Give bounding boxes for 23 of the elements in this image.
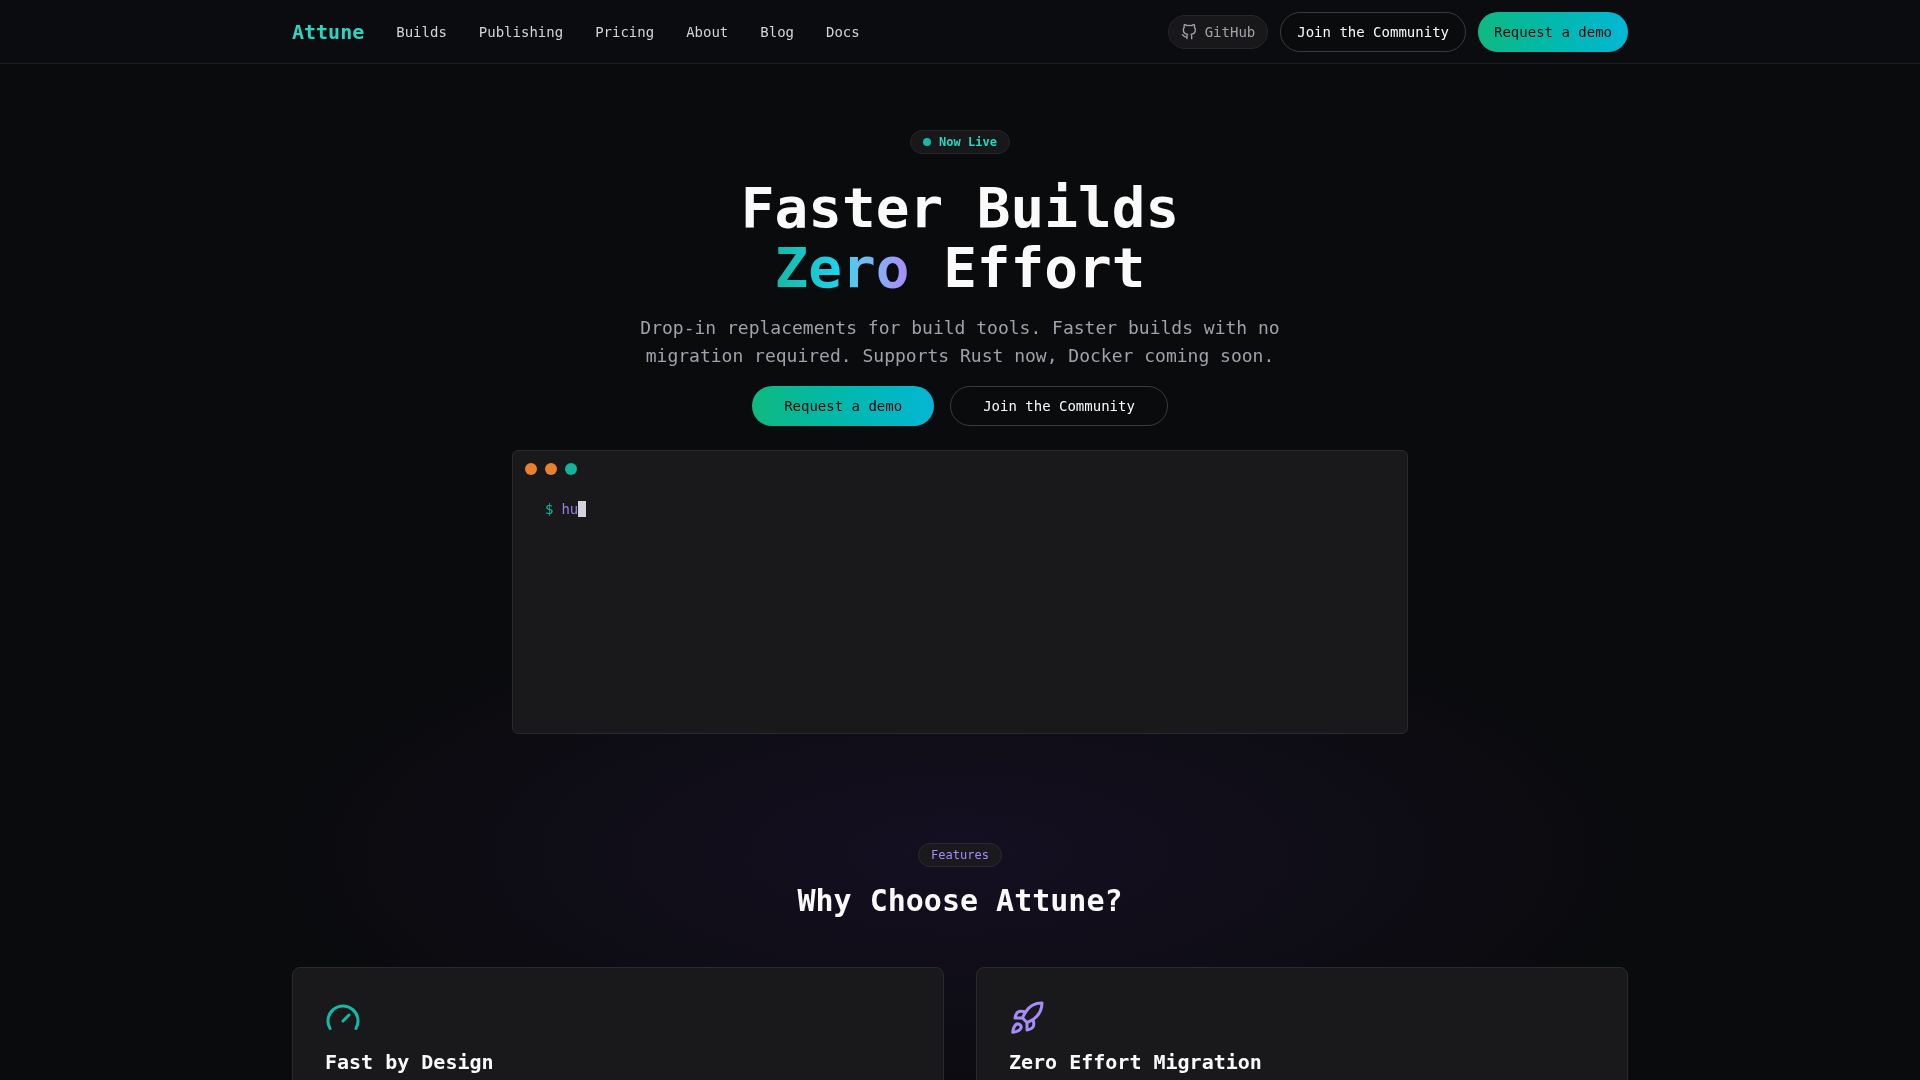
badge-label: Features — [931, 847, 989, 863]
badge-label: Now Live — [939, 134, 997, 150]
section-heading: Why Choose Attune? — [797, 883, 1123, 919]
cursor-block-icon — [578, 501, 587, 517]
terminal-command-text: hu — [561, 500, 579, 519]
join-community-button[interactable]: Join the Community — [950, 386, 1168, 426]
nav-link[interactable]: Blog — [760, 21, 794, 42]
hero-heading: Faster Builds Zero Effort — [740, 178, 1180, 298]
nav-link[interactable]: Docs — [826, 21, 860, 42]
request-demo-button[interactable]: Request a demo — [1478, 11, 1628, 52]
nav-link[interactable]: Builds — [396, 21, 447, 42]
feature-title: Zero Effort Migration — [1009, 1052, 1263, 1072]
feature-title: Fast by Design — [325, 1052, 495, 1072]
request-demo-button[interactable]: Request a demo — [752, 386, 935, 426]
nav-link[interactable]: About — [686, 21, 729, 42]
github-icon — [1180, 23, 1197, 40]
hero-description: Drop-in replacements for build tools. Faster builds with no migration required. Supports Rust now, Docker coming soon. — [639, 316, 1281, 368]
terminal-prompt: $ — [545, 500, 554, 519]
nav-link[interactable]: Publishing — [478, 21, 564, 42]
github-button[interactable]: GitHub — [1167, 14, 1269, 49]
nav-link[interactable]: Pricing — [595, 21, 655, 42]
logo[interactable]: Attune — [292, 17, 365, 46]
join-community-button[interactable]: Join the Community — [1280, 11, 1466, 52]
